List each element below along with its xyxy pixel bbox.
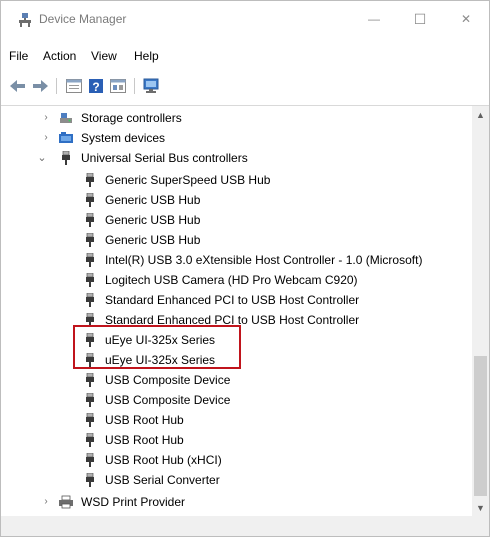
menu-action[interactable]: Action	[43, 49, 76, 63]
tree-device-row[interactable]: Intel(R) USB 3.0 eXtensible Host Control…	[1, 250, 471, 270]
tree-category-wsd-print-provider[interactable]: › WSD Print Provider	[1, 492, 471, 512]
tree-category-usb-controllers[interactable]: ⌄ Universal Serial Bus controllers	[1, 148, 471, 168]
scroll-thumb[interactable]	[474, 356, 487, 496]
menu-help[interactable]: Help	[134, 49, 159, 63]
tree-category-label: System devices	[81, 131, 166, 145]
menu-view[interactable]: View	[91, 49, 117, 63]
close-icon: ✕	[460, 12, 472, 26]
usb-device-icon	[86, 213, 94, 227]
tree-device-row[interactable]: Standard Enhanced PCI to USB Host Contro…	[1, 290, 471, 310]
tree-device-row[interactable]: USB Composite Device	[1, 370, 471, 390]
tree-device-label: USB Root Hub (xHCI)	[105, 453, 222, 467]
tree-category-label: WSD Print Provider	[81, 495, 186, 509]
scan-hardware-icon	[143, 78, 159, 93]
tree-device-row[interactable]: Generic USB Hub	[1, 230, 471, 250]
tree-device-label: USB Root Hub	[105, 433, 184, 447]
maximize-icon: ☐	[413, 10, 427, 27]
usb-device-icon	[86, 373, 94, 387]
highlight-box	[73, 325, 241, 369]
device-manager-window: Device Manager — ☐ ✕ File Action View He…	[0, 0, 490, 537]
usb-device-icon	[86, 433, 94, 447]
scroll-up-button[interactable]: ▲	[472, 106, 489, 123]
forward-button[interactable]	[31, 77, 49, 95]
tree-device-label: Intel(R) USB 3.0 eXtensible Host Control…	[105, 253, 423, 267]
tree-device-label: Logitech USB Camera (HD Pro Webcam C920)	[105, 273, 358, 287]
tree-device-label: USB Composite Device	[105, 393, 231, 407]
back-arrow-icon	[10, 80, 25, 92]
menu-bar: File Action View Help	[1, 45, 489, 69]
usb-device-icon	[86, 193, 94, 207]
tree-device-row[interactable]: USB Root Hub (xHCI)	[1, 450, 471, 470]
toolbar-separator	[134, 78, 135, 94]
menu-file[interactable]: File	[9, 49, 28, 63]
tree-device-label: USB Serial Converter	[105, 473, 220, 487]
expand-chevron-icon[interactable]: ›	[41, 113, 51, 123]
chevron-up-icon: ▲	[476, 109, 485, 120]
tree-device-label: Standard Enhanced PCI to USB Host Contro…	[105, 293, 360, 307]
svg-text:?: ?	[92, 80, 99, 94]
usb-device-icon	[86, 293, 94, 307]
window-title: Device Manager	[39, 12, 127, 26]
maximize-button[interactable]: ☐	[397, 1, 443, 37]
tree-device-label: Generic USB Hub	[105, 193, 201, 207]
tree-category-storage-controllers[interactable]: › Storage controllers	[1, 108, 471, 128]
usb-device-icon	[86, 273, 94, 287]
tree-device-label: Generic USB Hub	[105, 233, 201, 247]
system-devices-icon	[59, 132, 73, 143]
tree-device-row[interactable]: Generic SuperSpeed USB Hub	[1, 170, 471, 190]
scroll-down-button[interactable]: ▼	[472, 499, 489, 516]
tree-device-label: Generic SuperSpeed USB Hub	[105, 173, 271, 187]
usb-device-icon	[86, 473, 94, 487]
help-button[interactable]: ?	[87, 77, 105, 95]
tree-device-row[interactable]: USB Serial Converter	[1, 470, 471, 490]
usb-device-icon	[86, 173, 94, 187]
tree-device-label: USB Root Hub	[105, 413, 184, 427]
tree-device-label: Generic USB Hub	[105, 213, 201, 227]
vertical-scrollbar[interactable]: ▲ ▼	[472, 106, 489, 516]
usb-device-icon	[86, 413, 94, 427]
scan-hardware-button[interactable]	[143, 77, 161, 95]
update-driver-button[interactable]	[109, 77, 127, 95]
title-bar[interactable]: Device Manager — ☐ ✕	[1, 1, 489, 37]
tree-device-row[interactable]: Logitech USB Camera (HD Pro Webcam C920)	[1, 270, 471, 290]
tree-category-label: Universal Serial Bus controllers	[81, 151, 248, 165]
usb-device-icon	[86, 453, 94, 467]
toolbar-separator	[56, 78, 57, 94]
close-button[interactable]: ✕	[443, 1, 489, 37]
minimize-icon: —	[368, 12, 380, 26]
status-bar	[1, 516, 489, 536]
tree-device-label: USB Composite Device	[105, 373, 231, 387]
properties-icon	[66, 79, 82, 93]
tree-category-label: Storage controllers	[81, 111, 182, 125]
tree-device-row[interactable]: USB Root Hub	[1, 430, 471, 450]
tree-category-system-devices[interactable]: › System devices	[1, 128, 471, 148]
forward-arrow-icon	[33, 80, 48, 92]
usb-icon	[62, 151, 70, 165]
tree-device-row[interactable]: USB Composite Device	[1, 390, 471, 410]
tree-device-row[interactable]: USB Root Hub	[1, 410, 471, 430]
back-button[interactable]	[9, 77, 27, 95]
usb-device-icon	[86, 233, 94, 247]
storage-controller-icon	[60, 113, 72, 123]
expand-chevron-icon[interactable]: ›	[41, 497, 51, 507]
usb-device-icon	[86, 253, 94, 267]
collapse-chevron-icon[interactable]: ⌄	[37, 153, 47, 164]
update-driver-icon	[110, 79, 126, 93]
usb-device-icon	[86, 393, 94, 407]
minimize-button[interactable]: —	[351, 1, 397, 37]
properties-button[interactable]	[65, 77, 83, 95]
toolbar: ?	[1, 73, 489, 99]
device-tree[interactable]: › Storage controllers › System devices ⌄	[1, 105, 489, 517]
printer-icon	[59, 495, 73, 509]
device-manager-icon	[19, 13, 31, 27]
expand-chevron-icon[interactable]: ›	[41, 133, 51, 143]
help-icon: ?	[89, 79, 103, 94]
tree-device-row[interactable]: Generic USB Hub	[1, 210, 471, 230]
chevron-down-icon: ▼	[476, 502, 485, 513]
tree-device-row[interactable]: Generic USB Hub	[1, 190, 471, 210]
